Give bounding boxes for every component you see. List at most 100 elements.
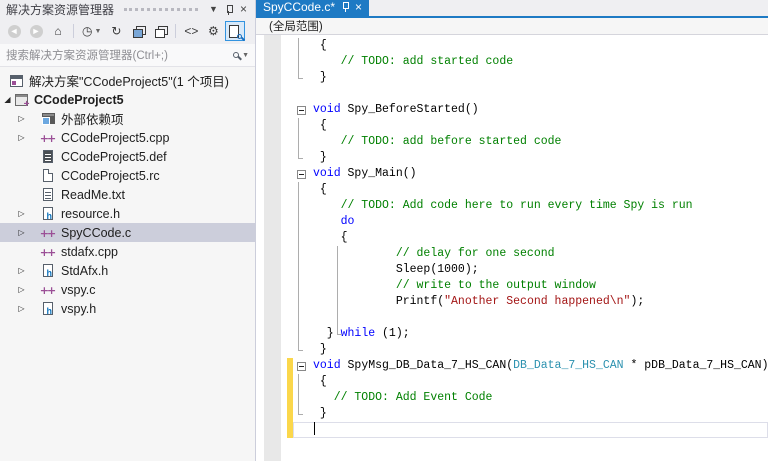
code-line[interactable]: // TODO: Add Event Code bbox=[256, 390, 768, 406]
tree-item[interactable]: ReadMe.txt bbox=[0, 185, 255, 204]
indicator-margin[interactable] bbox=[256, 374, 287, 390]
indicator-margin[interactable] bbox=[256, 54, 287, 70]
code-line[interactable] bbox=[256, 422, 768, 438]
code-line[interactable]: // delay for one second bbox=[256, 246, 768, 262]
indicator-margin[interactable] bbox=[256, 166, 287, 182]
collapsed-arrow-icon[interactable]: ▷ bbox=[16, 285, 27, 294]
close-icon[interactable]: × bbox=[236, 2, 251, 16]
indicator-margin[interactable] bbox=[256, 310, 287, 326]
collapsed-arrow-icon[interactable]: ▷ bbox=[16, 228, 27, 237]
search-input[interactable]: 搜索解决方案资源管理器(Ctrl+;) bbox=[6, 47, 233, 63]
outline-collapse-icon[interactable] bbox=[293, 358, 309, 374]
code-line[interactable]: { bbox=[256, 182, 768, 198]
code-line[interactable]: // TODO: add before started code bbox=[256, 134, 768, 150]
pin-icon[interactable] bbox=[221, 2, 236, 16]
code-line[interactable]: } bbox=[256, 406, 768, 422]
search-icon[interactable] bbox=[233, 52, 240, 58]
code-line[interactable]: // TODO: add started code bbox=[256, 54, 768, 70]
tree-item[interactable]: ▷ StdAfx.h bbox=[0, 261, 255, 280]
tree-item[interactable]: ▷ 外部依赖项 bbox=[0, 109, 255, 128]
code-line[interactable]: { bbox=[256, 118, 768, 134]
code-line[interactable]: { bbox=[256, 230, 768, 246]
properties-wrench-icon[interactable]: ⚙ bbox=[203, 21, 223, 41]
indicator-margin[interactable] bbox=[256, 70, 287, 86]
view-code-icon[interactable]: <> bbox=[181, 21, 201, 41]
scope-dropdown[interactable]: (全局范围) bbox=[269, 18, 323, 34]
back-icon[interactable]: ◄ bbox=[4, 21, 24, 41]
code-line[interactable] bbox=[256, 86, 768, 102]
code-editor[interactable]: { // TODO: add started code } void Spy_Be… bbox=[256, 35, 768, 461]
indicator-margin[interactable] bbox=[256, 278, 287, 294]
indicator-margin[interactable] bbox=[256, 406, 287, 422]
solution-tree: 解决方案"CCodeProject5"(1 个项目) ◢ CCodeProject5… bbox=[0, 67, 255, 461]
search-dropdown-icon[interactable]: ▼ bbox=[242, 52, 249, 59]
tree-item[interactable]: ++ stdafx.cpp bbox=[0, 242, 255, 261]
tree-item[interactable]: ▷ ++ SpyCCode.c bbox=[0, 223, 255, 242]
code-line[interactable]: void Spy_Main() bbox=[256, 166, 768, 182]
indicator-margin[interactable] bbox=[256, 422, 287, 438]
indicator-margin[interactable] bbox=[256, 198, 287, 214]
code-line[interactable]: Printf("Another Second happened\n"); bbox=[256, 294, 768, 310]
tab-spyccode[interactable]: SpyCCode.c* × bbox=[256, 0, 370, 16]
indicator-margin[interactable] bbox=[256, 102, 287, 118]
show-all-files-icon[interactable] bbox=[150, 21, 170, 41]
code-line[interactable]: Sleep(1000); bbox=[256, 262, 768, 278]
tree-item[interactable]: ▷ resource.h bbox=[0, 204, 255, 223]
txt-file-icon bbox=[40, 187, 56, 202]
indicator-margin[interactable] bbox=[256, 134, 287, 150]
tree-item[interactable]: ▷ ++ CCodeProject5.cpp bbox=[0, 128, 255, 147]
tree-item[interactable]: CCodeProject5.rc bbox=[0, 166, 255, 185]
indicator-margin[interactable] bbox=[256, 342, 287, 358]
sync-with-active-document-icon[interactable] bbox=[225, 21, 246, 41]
indicator-margin[interactable] bbox=[256, 86, 287, 102]
drag-grip[interactable] bbox=[124, 8, 198, 12]
code-line[interactable] bbox=[256, 310, 768, 326]
collapsed-arrow-icon[interactable]: ▷ bbox=[16, 304, 27, 313]
indicator-margin[interactable] bbox=[256, 246, 287, 262]
code-line[interactable]: } bbox=[256, 150, 768, 166]
tab-close-icon[interactable]: × bbox=[355, 1, 362, 13]
indicator-margin[interactable] bbox=[256, 262, 287, 278]
collapsed-arrow-icon[interactable]: ▷ bbox=[16, 114, 27, 123]
indicator-margin[interactable] bbox=[256, 150, 287, 166]
collapse-all-icon[interactable] bbox=[128, 21, 148, 41]
tree-item[interactable]: 解决方案"CCodeProject5"(1 个项目) bbox=[0, 71, 255, 90]
indicator-margin[interactable] bbox=[256, 230, 287, 246]
tree-item[interactable]: ◢ CCodeProject5 bbox=[0, 90, 255, 110]
indicator-margin[interactable] bbox=[256, 294, 287, 310]
code-line[interactable]: } bbox=[256, 342, 768, 358]
code-line[interactable]: // write to the output window bbox=[256, 278, 768, 294]
tab-pin-icon[interactable] bbox=[341, 2, 350, 12]
refresh-icon[interactable]: ↻ bbox=[106, 21, 126, 41]
tree-item[interactable]: ▷ vspy.h bbox=[0, 299, 255, 318]
tree-item[interactable]: CCodeProject5.def bbox=[0, 147, 255, 166]
code-line[interactable]: } while (1); bbox=[256, 326, 768, 342]
collapsed-arrow-icon[interactable]: ▷ bbox=[16, 209, 27, 218]
outline-collapse-icon[interactable] bbox=[293, 166, 309, 182]
collapsed-arrow-icon[interactable]: ▷ bbox=[16, 133, 27, 142]
indicator-margin[interactable] bbox=[256, 214, 287, 230]
code-line[interactable]: { bbox=[256, 38, 768, 54]
forward-icon[interactable]: ► bbox=[26, 21, 46, 41]
indicator-margin[interactable] bbox=[256, 118, 287, 134]
indicator-margin[interactable] bbox=[256, 38, 287, 54]
code-line[interactable]: void Spy_BeforeStarted() bbox=[256, 102, 768, 118]
expanded-arrow-icon[interactable]: ◢ bbox=[2, 95, 13, 104]
home-icon[interactable]: ⌂ bbox=[48, 21, 68, 41]
code-line[interactable]: // TODO: Add code here to run every time… bbox=[256, 198, 768, 214]
tree-item[interactable]: ▷ ++ vspy.c bbox=[0, 280, 255, 299]
indicator-margin[interactable] bbox=[256, 182, 287, 198]
code-line[interactable]: do bbox=[256, 214, 768, 230]
switch-views-icon[interactable]: ◷ ▼ bbox=[79, 21, 104, 41]
code-line[interactable]: { bbox=[256, 374, 768, 390]
indicator-margin[interactable] bbox=[256, 358, 287, 374]
indicator-margin[interactable] bbox=[256, 390, 287, 406]
collapsed-arrow-icon[interactable]: ▷ bbox=[16, 266, 27, 275]
toolbar-separator bbox=[73, 24, 74, 38]
indicator-margin[interactable] bbox=[256, 326, 287, 342]
code-line[interactable]: } bbox=[256, 70, 768, 86]
window-position-dropdown-icon[interactable]: ▼ bbox=[206, 2, 221, 16]
outline-collapse-icon[interactable] bbox=[293, 102, 309, 118]
code-line[interactable]: void SpyMsg_DB_Data_7_HS_CAN(DB_Data_7_H… bbox=[256, 358, 768, 374]
